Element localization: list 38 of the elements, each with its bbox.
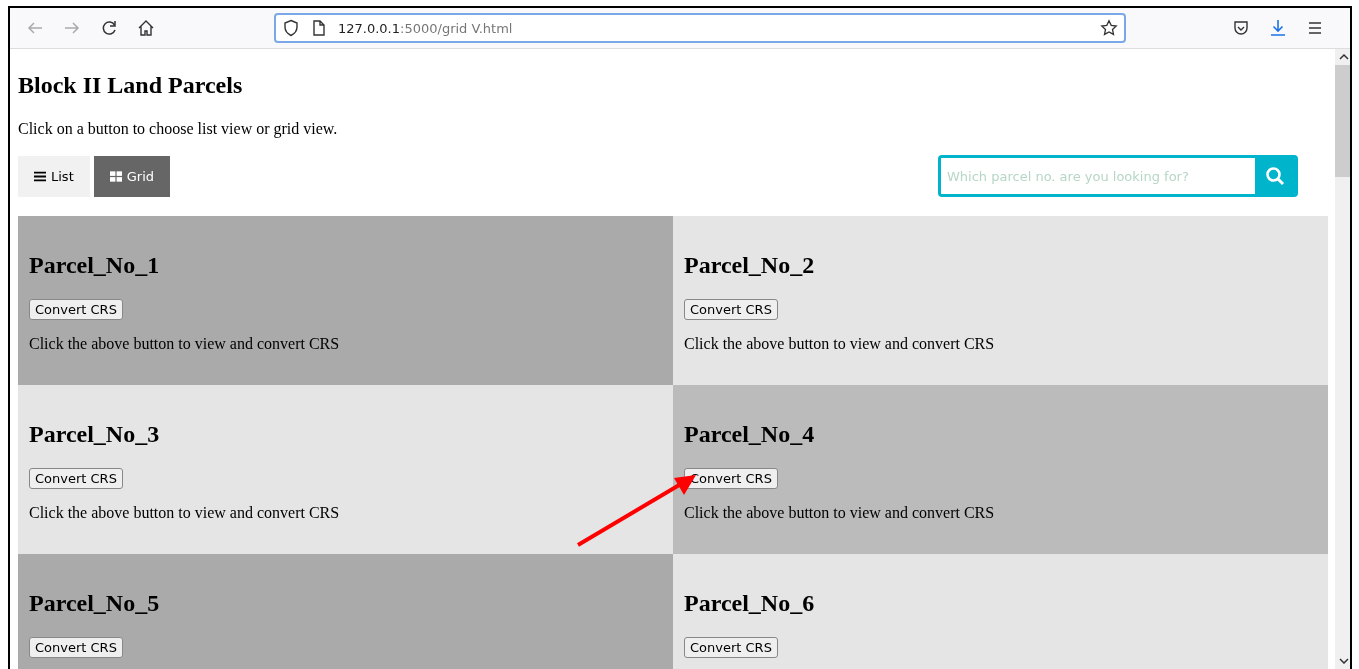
convert-button[interactable]: Convert CRS xyxy=(29,299,123,320)
parcel-name: Parcel_No_1 xyxy=(29,251,161,279)
convert-button[interactable]: Convert CRS xyxy=(684,637,778,658)
grid-icon xyxy=(109,170,122,182)
parcel-name: Parcel_No_5 xyxy=(29,589,161,617)
view-toggle-button[interactable]: List xyxy=(18,155,90,197)
parcel-description: Click the above button to view and convert CRS xyxy=(29,334,341,354)
search-icon xyxy=(1265,166,1285,186)
parcel-name: Parcel_No_2 xyxy=(684,251,816,279)
url-text: 127.0.0.1:5000/grid V.html xyxy=(338,20,514,36)
pocket-icon[interactable] xyxy=(1232,19,1250,37)
star-icon[interactable] xyxy=(1100,19,1118,37)
parcel-description: Click the above button to view and convert CRS xyxy=(29,503,341,523)
parcel-name: Parcel_No_3 xyxy=(29,420,161,448)
list-icon xyxy=(34,170,46,182)
menu-icon[interactable] xyxy=(1306,19,1324,37)
scroll-down-icon[interactable] xyxy=(1338,658,1349,664)
parcel-description: Click the above button to view and convert CRS xyxy=(684,503,996,523)
parcel-name: Parcel_No_4 xyxy=(684,420,816,448)
convert-button[interactable]: Convert CRS xyxy=(29,637,123,658)
reload-icon[interactable] xyxy=(100,19,118,37)
view-toggle-button[interactable]: Grid xyxy=(93,155,171,197)
parcel-name: Parcel_No_6 xyxy=(684,589,816,617)
intro-text: Click on a button to choose list view or grid view. xyxy=(18,119,339,139)
page-title: Block II Land Parcels xyxy=(18,71,244,99)
search-field[interactable]: Which parcel no. are you looking for? xyxy=(938,155,1298,197)
home-icon[interactable] xyxy=(137,19,155,37)
download-icon[interactable] xyxy=(1269,19,1287,37)
parcel-description: Click the above button to view and convert CRS xyxy=(684,334,996,354)
convert-button[interactable]: Convert CRS xyxy=(29,468,123,489)
scrollbar[interactable] xyxy=(1335,49,1350,669)
scroll-thumb[interactable] xyxy=(1335,65,1350,177)
convert-button[interactable]: Convert CRS xyxy=(684,468,778,489)
shield-icon xyxy=(282,19,300,37)
scroll-up-icon[interactable] xyxy=(1338,54,1349,60)
convert-button[interactable]: Convert CRS xyxy=(684,299,778,320)
page-icon xyxy=(310,19,328,37)
address-bar[interactable]: 127.0.0.1:5000/grid V.html xyxy=(274,13,1126,43)
